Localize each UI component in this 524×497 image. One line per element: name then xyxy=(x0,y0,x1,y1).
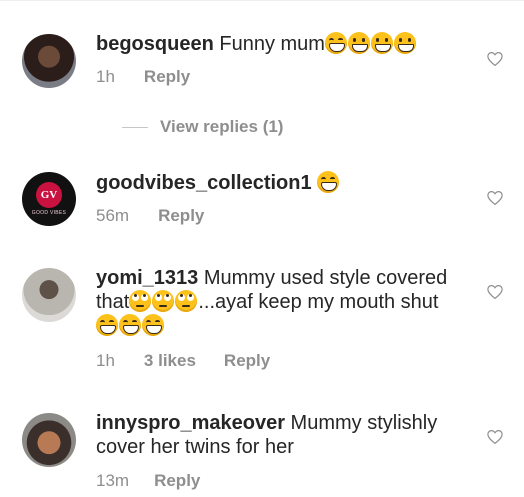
avatar[interactable] xyxy=(22,413,76,467)
comment-time: 1h xyxy=(96,351,115,370)
grinning-squinting-face-emoji-icon xyxy=(119,314,141,336)
comment-time: 13m xyxy=(96,471,130,490)
reply-button[interactable]: Reply xyxy=(158,206,204,226)
comment-text: goodvibes_collection1 xyxy=(96,171,476,195)
heart-outline-icon[interactable] xyxy=(486,283,504,301)
comment-text: innyspro_makeover Mummy stylishly cover … xyxy=(96,411,476,459)
comment-text: yomi_1313 Mummy used style covered that.… xyxy=(96,266,476,338)
comment-body: ...ayaf keep my mouth shut xyxy=(198,291,439,313)
comment-time: 56m xyxy=(96,206,130,225)
heart-outline-icon[interactable] xyxy=(486,50,504,68)
face-with-rolling-eyes-emoji-icon xyxy=(175,290,198,312)
reply-button[interactable]: Reply xyxy=(144,67,190,87)
comment-username[interactable]: begosqueen xyxy=(96,33,214,55)
face-with-rolling-eyes-emoji-icon xyxy=(152,290,175,312)
comment-meta: 1h Reply xyxy=(96,67,190,87)
comment-meta: 13m Reply xyxy=(96,471,200,491)
comment-line xyxy=(96,314,476,338)
top-divider xyxy=(0,0,524,1)
comment-username[interactable]: innyspro_makeover xyxy=(96,412,285,434)
avatar[interactable]: GV GOOD VIBES xyxy=(22,172,76,226)
avatar[interactable] xyxy=(22,34,76,88)
comment-time: 1h xyxy=(96,67,115,86)
comment-body: Mummy used style covered xyxy=(198,267,448,289)
comment-line: yomi_1313 Mummy used style covered xyxy=(96,266,476,290)
likes-count[interactable]: 3 likes xyxy=(144,351,196,371)
avatar-logo: GV xyxy=(36,182,62,208)
comment-body: that xyxy=(96,291,130,313)
comment-body: Funny mum xyxy=(213,33,325,55)
grinning-squinting-face-emoji-icon xyxy=(317,171,340,193)
grinning-squinting-face-emoji-icon xyxy=(324,32,347,54)
comment-username[interactable]: yomi_1313 xyxy=(96,267,198,289)
comment-username[interactable]: goodvibes_collection1 xyxy=(96,172,312,194)
beaming-face-emoji-icon xyxy=(347,32,370,54)
heart-outline-icon[interactable] xyxy=(486,428,504,446)
comment-meta: 56m Reply xyxy=(96,206,204,226)
face-with-rolling-eyes-emoji-icon xyxy=(129,290,152,312)
comment-line: innyspro_makeover Mummy stylishly xyxy=(96,411,476,435)
comment-text: begosqueen Funny mum xyxy=(96,32,476,56)
grinning-squinting-face-emoji-icon xyxy=(96,314,118,336)
comment-body: Mummy stylishly xyxy=(284,412,438,434)
view-replies-line xyxy=(122,126,148,128)
comment-meta: 1h 3 likes Reply xyxy=(96,351,270,371)
grinning-squinting-face-emoji-icon xyxy=(142,314,164,336)
reply-button[interactable]: Reply xyxy=(154,471,200,491)
heart-outline-icon[interactable] xyxy=(486,189,504,207)
reply-button[interactable]: Reply xyxy=(224,351,270,371)
avatar-logo-sub: GOOD VIBES xyxy=(31,210,67,216)
view-replies-label[interactable]: View replies (1) xyxy=(160,117,283,137)
comment-body: cover her twins for her xyxy=(96,436,294,458)
view-replies-button[interactable]: View replies (1) xyxy=(122,117,283,137)
comment-line: cover her twins for her xyxy=(96,435,476,459)
comment-line: that ...ayaf keep my mouth shut xyxy=(96,290,476,314)
beaming-face-emoji-icon xyxy=(370,32,393,54)
avatar[interactable] xyxy=(22,268,76,322)
beaming-face-emoji-icon xyxy=(393,32,416,54)
